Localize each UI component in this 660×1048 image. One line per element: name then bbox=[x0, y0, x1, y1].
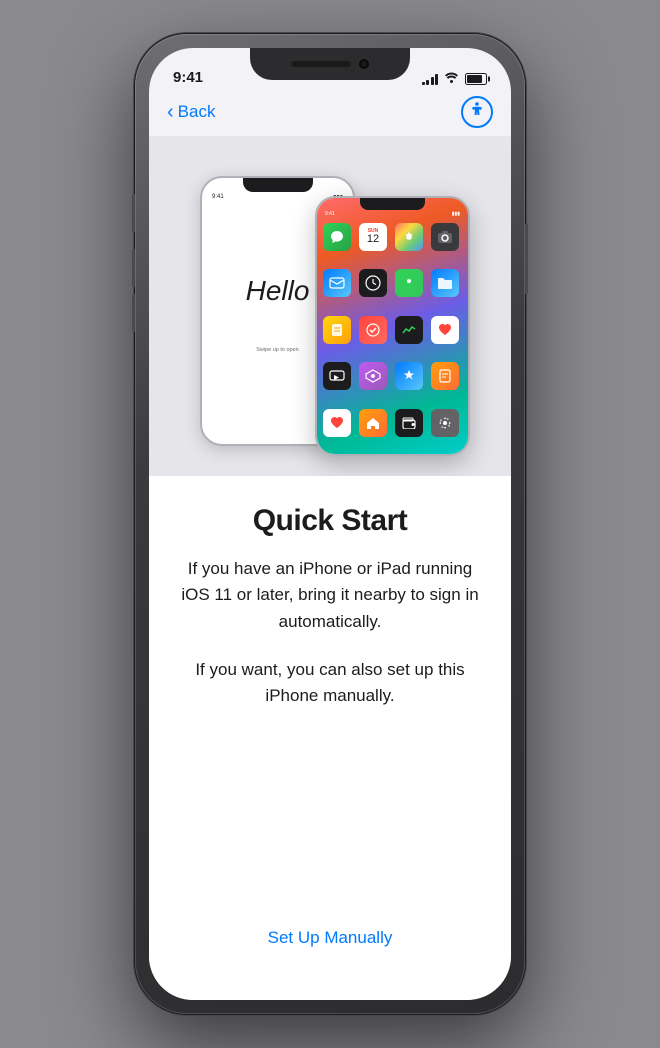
app-calendar: SUN 12 bbox=[359, 223, 387, 251]
app-photos bbox=[395, 223, 423, 251]
app-mail bbox=[323, 269, 351, 297]
phone-existing: 9:41 ▮▮▮ SUN 12 bbox=[315, 196, 470, 456]
nav-bar: ‹ Back bbox=[149, 92, 511, 136]
app-clock bbox=[359, 269, 387, 297]
app-home bbox=[359, 409, 387, 437]
app-stocks bbox=[395, 316, 423, 344]
home-screen: SUN 12 bbox=[317, 219, 468, 454]
phone-wallpaper: 9:41 ▮▮▮ SUN 12 bbox=[317, 198, 468, 454]
setup-manually-button[interactable]: Set Up Manually bbox=[181, 916, 479, 960]
page-title: Quick Start bbox=[253, 504, 408, 538]
app-appstore bbox=[395, 362, 423, 390]
app-notes bbox=[323, 316, 351, 344]
app-tv bbox=[323, 362, 351, 390]
phone-device: 9:41 ‹ Bac bbox=[135, 34, 525, 1014]
app-messages bbox=[323, 223, 351, 251]
speaker bbox=[291, 61, 351, 67]
phones-illustration: 9:41 ▮▮▮ Hello Swipe up to open 9:41 ▮ bbox=[190, 166, 470, 466]
back-button[interactable]: ‹ Back bbox=[167, 102, 215, 122]
front-camera bbox=[359, 59, 369, 69]
wifi-icon bbox=[444, 72, 459, 86]
signal-icon bbox=[422, 73, 439, 85]
back-label: Back bbox=[178, 102, 216, 122]
app-maps bbox=[395, 269, 423, 297]
app-reminders bbox=[359, 316, 387, 344]
hello-text: Hello bbox=[246, 275, 310, 307]
content-section: Quick Start If you have an iPhone or iPa… bbox=[149, 476, 511, 980]
description-1: If you have an iPhone or iPad running iO… bbox=[181, 556, 479, 635]
app-files bbox=[431, 269, 459, 297]
status-time: 9:41 bbox=[173, 69, 203, 86]
illustration-section: 9:41 ▮▮▮ Hello Swipe up to open 9:41 ▮ bbox=[149, 136, 511, 476]
app-arcade bbox=[359, 362, 387, 390]
accessibility-icon bbox=[468, 101, 486, 124]
back-phone-notch bbox=[243, 178, 313, 192]
front-phone-notch bbox=[360, 198, 425, 210]
bottom-spacer bbox=[149, 980, 511, 1000]
front-phone-status: 9:41 ▮▮▮ bbox=[317, 210, 468, 219]
app-health bbox=[431, 316, 459, 344]
app-health2 bbox=[323, 409, 351, 437]
battery-icon bbox=[465, 73, 487, 85]
phone-screen: 9:41 ‹ Bac bbox=[149, 48, 511, 1000]
description-2: If you want, you can also set up this iP… bbox=[181, 657, 479, 710]
app-wallet bbox=[395, 409, 423, 437]
accessibility-button[interactable] bbox=[461, 96, 493, 128]
app-settings bbox=[431, 409, 459, 437]
status-icons bbox=[422, 72, 488, 86]
app-camera bbox=[431, 223, 459, 251]
notch bbox=[250, 48, 410, 80]
back-chevron-icon: ‹ bbox=[167, 102, 174, 122]
swipe-text: Swipe up to open bbox=[256, 347, 299, 353]
app-books bbox=[431, 362, 459, 390]
